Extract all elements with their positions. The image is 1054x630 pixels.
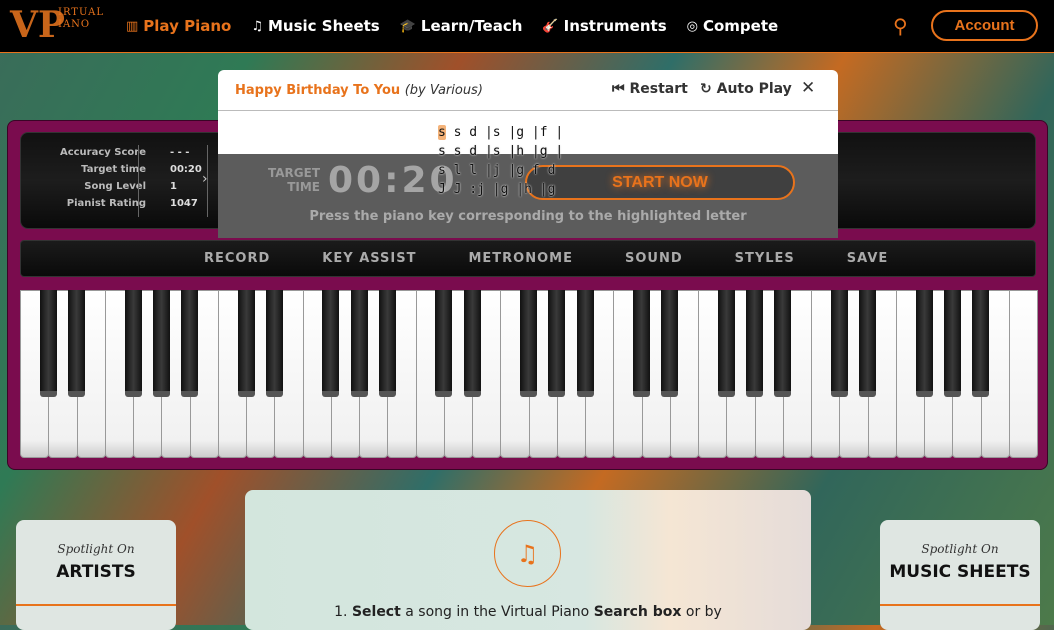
top-nav: VP IRTUAL IANO ▥ Play Piano ♫ Music Sheets 🎓 Le… bbox=[0, 0, 1054, 53]
sheet-row: J J :j |g |h |g bbox=[438, 182, 556, 197]
highlighted-note: s bbox=[438, 125, 446, 140]
target-time-label: TARGET TIME bbox=[267, 166, 320, 194]
black-key[interactable] bbox=[124, 290, 142, 397]
black-key[interactable] bbox=[520, 290, 537, 397]
black-key[interactable] bbox=[915, 290, 933, 397]
target-icon: ◎ bbox=[686, 18, 698, 34]
black-key[interactable] bbox=[39, 290, 57, 397]
spotlight-music-sheets-card[interactable]: Spotlight On MUSIC SHEETS bbox=[880, 520, 1040, 630]
nav-learn-teach[interactable]: 🎓 Learn/Teach bbox=[400, 17, 523, 35]
instruction-text: 1. Select a song in the Virtual Piano Se… bbox=[334, 604, 722, 620]
piano-keyboard bbox=[20, 290, 1038, 458]
nav-music-sheets[interactable]: ♫ Music Sheets bbox=[251, 17, 379, 35]
piano-controls: RECORD KEY ASSIST METRONOME SOUND STYLES SAVE bbox=[20, 240, 1036, 277]
black-key[interactable] bbox=[717, 290, 735, 397]
hint-text: Press the piano key corresponding to the… bbox=[309, 209, 747, 224]
instructions-card: ♫ 1. Select a song in the Virtual Piano … bbox=[245, 490, 811, 630]
nav-play-piano[interactable]: ▥ Play Piano bbox=[126, 17, 231, 35]
guitar-icon: 🎸 bbox=[542, 18, 559, 34]
black-key[interactable] bbox=[322, 290, 340, 397]
stat-label: Accuracy Score bbox=[59, 147, 146, 158]
autoplay-icon: ↻ bbox=[700, 81, 712, 97]
spotlight-artists-card[interactable]: Spotlight On ARTISTS bbox=[16, 520, 176, 630]
black-key[interactable] bbox=[972, 290, 989, 397]
black-key[interactable] bbox=[378, 290, 396, 397]
chevron-right-icon[interactable]: › bbox=[202, 171, 208, 187]
virtual-piano-logo[interactable]: VP IRTUAL IANO bbox=[8, 4, 108, 48]
black-key[interactable] bbox=[548, 290, 566, 397]
stat-value: 1 bbox=[170, 181, 177, 192]
black-key[interactable] bbox=[68, 290, 85, 397]
stat-label: Target time bbox=[81, 164, 146, 175]
white-key[interactable] bbox=[1008, 290, 1038, 458]
black-key[interactable] bbox=[152, 290, 170, 397]
song-dialog: Happy Birthday To You (by Various) ⏮ Res… bbox=[218, 70, 838, 238]
account-button[interactable]: Account bbox=[931, 10, 1038, 41]
stat-value: 00:20 bbox=[170, 164, 202, 175]
stat-value: - - - bbox=[170, 147, 190, 158]
search-icon[interactable]: ⚲ bbox=[893, 14, 908, 38]
control-key-assist[interactable]: KEY ASSIST bbox=[322, 251, 416, 266]
piano-keys-icon: ▥ bbox=[126, 18, 139, 34]
sheet-row: s s d |s |g |f | bbox=[438, 125, 564, 140]
control-save[interactable]: SAVE bbox=[847, 251, 888, 266]
control-record[interactable]: RECORD bbox=[204, 251, 270, 266]
nav-compete[interactable]: ◎ Compete bbox=[687, 17, 779, 35]
black-key[interactable] bbox=[463, 290, 481, 397]
black-key[interactable] bbox=[633, 290, 650, 397]
stat-label: Song Level bbox=[84, 181, 146, 192]
black-key[interactable] bbox=[746, 290, 763, 397]
divider bbox=[880, 604, 1040, 606]
black-key[interactable] bbox=[350, 290, 368, 397]
divider bbox=[16, 604, 176, 606]
sheet-row: s l l |j |g f d bbox=[438, 163, 556, 178]
close-icon[interactable]: ✕ bbox=[801, 78, 815, 98]
start-now-button[interactable]: START NOW bbox=[525, 165, 795, 200]
music-sheet: s s d |s |g |f | s s d |s |h |g | s l l |j… bbox=[438, 123, 563, 199]
control-metronome[interactable]: METRONOME bbox=[468, 251, 573, 266]
graduation-cap-icon: 🎓 bbox=[399, 18, 416, 34]
black-key[interactable] bbox=[435, 290, 453, 397]
black-key[interactable] bbox=[859, 290, 876, 397]
divider bbox=[218, 110, 838, 111]
restart-button[interactable]: ⏮ Restart bbox=[612, 81, 688, 97]
nav-instruments[interactable]: 🎸 Instruments bbox=[542, 17, 666, 35]
skip-back-icon: ⏮ bbox=[612, 81, 625, 97]
stat-label: Pianist Rating bbox=[66, 198, 146, 209]
black-key[interactable] bbox=[830, 290, 848, 397]
song-title: Happy Birthday To You (by Various) bbox=[235, 83, 483, 98]
black-key[interactable] bbox=[265, 290, 283, 397]
control-styles[interactable]: STYLES bbox=[735, 251, 795, 266]
black-key[interactable] bbox=[237, 290, 255, 397]
black-key[interactable] bbox=[943, 290, 961, 397]
control-sound[interactable]: SOUND bbox=[625, 251, 683, 266]
black-key[interactable] bbox=[576, 290, 594, 397]
music-notes-icon: ♫ bbox=[494, 520, 561, 587]
black-key[interactable] bbox=[181, 290, 198, 397]
music-notes-icon: ♫ bbox=[251, 18, 263, 34]
divider bbox=[138, 145, 139, 217]
autoplay-button[interactable]: ↻ Auto Play bbox=[700, 81, 792, 97]
black-key[interactable] bbox=[661, 290, 679, 397]
sheet-row: s s d |s |h |g | bbox=[438, 144, 564, 159]
stat-value: 1047 bbox=[170, 198, 198, 209]
black-key[interactable] bbox=[774, 290, 792, 397]
